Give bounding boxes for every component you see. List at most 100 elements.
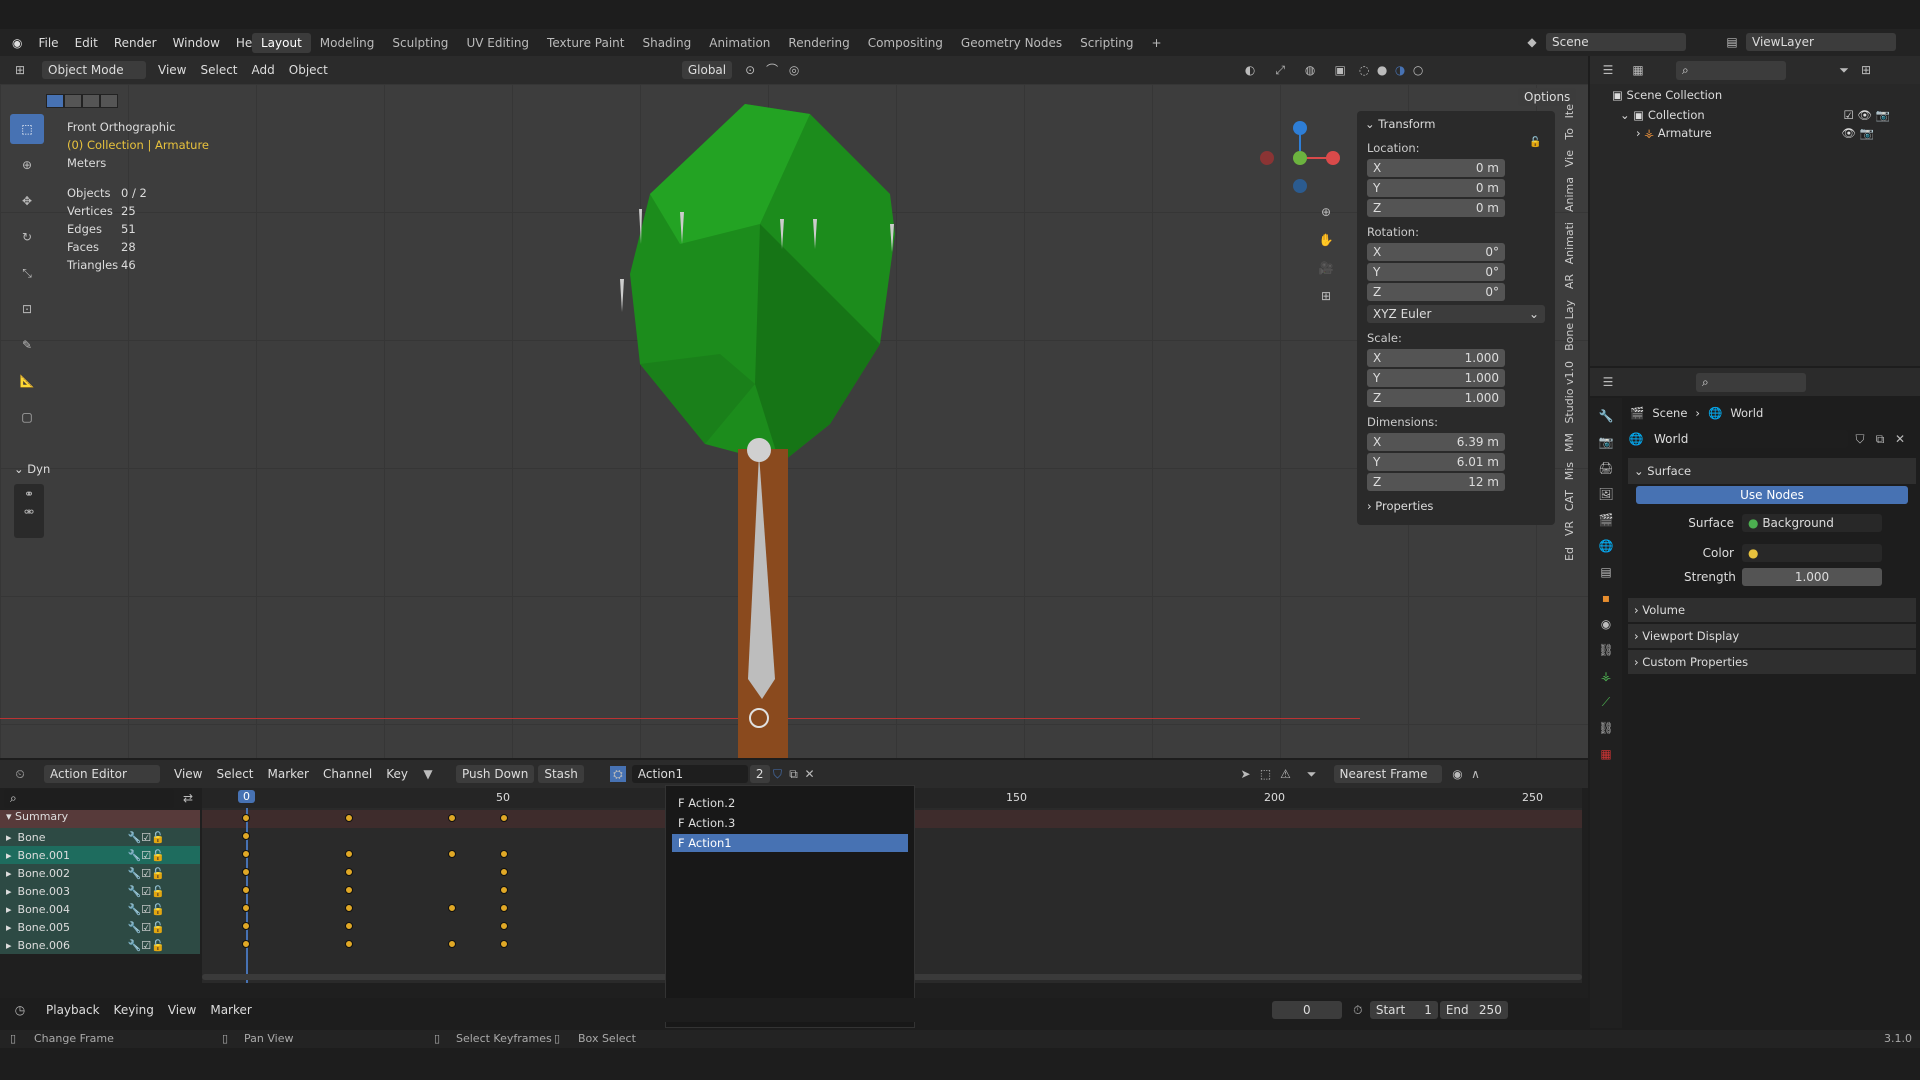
fake-user-icon[interactable]: ⛉	[1852, 431, 1868, 447]
fake-user-icon[interactable]: ⛉	[770, 766, 786, 782]
dimension-z-field[interactable]: Z 12 m	[1367, 473, 1505, 491]
dyn-tool-2-icon[interactable]: ⚮	[21, 504, 37, 520]
overlay-icon[interactable]: ◍	[1302, 62, 1318, 78]
keyframe[interactable]	[448, 940, 456, 948]
location-z-field[interactable]: Z 0 m	[1367, 199, 1505, 217]
keyframe[interactable]	[242, 868, 250, 876]
filter-icon[interactable]: ⏷	[1304, 766, 1320, 782]
keyframe[interactable]	[345, 904, 353, 912]
tab-animation[interactable]: Animation	[700, 33, 779, 53]
shading-material-icon[interactable]: ◑	[1392, 62, 1408, 78]
tab-scripting[interactable]: Scripting	[1071, 33, 1142, 53]
tab-shading[interactable]: Shading	[633, 33, 700, 53]
swap-icon[interactable]: ⇄	[180, 790, 196, 806]
texture-tab-icon[interactable]: ▦	[1598, 746, 1614, 762]
tool-tab-icon[interactable]: 🔧	[1598, 408, 1614, 424]
channel-toggles-icon[interactable]: 🔧☑🔓	[128, 939, 165, 952]
pivot-icon[interactable]: ⊙	[742, 62, 758, 78]
snap-icon[interactable]: ⌒	[764, 62, 780, 78]
channel-toggles-icon[interactable]: 🔧☑🔓	[128, 903, 165, 916]
outliner-search-input[interactable]: ⌕	[1676, 60, 1786, 80]
select-invert-icon[interactable]	[100, 94, 118, 108]
channel-row[interactable]: ▸ Bone.006 🔧☑🔓	[0, 936, 200, 954]
keyframe[interactable]	[499, 922, 508, 930]
stash-button[interactable]: Stash	[538, 765, 584, 783]
keyframe[interactable]	[242, 940, 250, 948]
x-axis-icon[interactable]	[1326, 151, 1340, 165]
location-y-field[interactable]: Y 0 m	[1367, 179, 1505, 197]
tab-texture-paint[interactable]: Texture Paint	[538, 33, 633, 53]
render-tab-icon[interactable]: 📷	[1598, 434, 1614, 450]
keyframe[interactable]	[448, 904, 456, 912]
tab-bone-lay[interactable]: Bone Lay	[1562, 296, 1582, 355]
keyframe[interactable]	[448, 814, 456, 822]
tab-mis[interactable]: Mis	[1562, 458, 1582, 484]
use-nodes-button[interactable]: Use Nodes	[1636, 486, 1908, 504]
transform-header[interactable]: ⌄ Transform	[1357, 111, 1555, 137]
rotation-z-field[interactable]: Z 0°	[1367, 283, 1505, 301]
tab-item[interactable]: Ite	[1562, 100, 1582, 122]
only-selected-icon[interactable]: ➤	[1238, 766, 1254, 782]
tab-geometry-nodes[interactable]: Geometry Nodes	[952, 33, 1071, 53]
keyframe[interactable]	[499, 868, 508, 876]
summary-channel[interactable]: ▾ Summary	[0, 810, 200, 828]
rotate-icon[interactable]: ↻	[19, 222, 35, 252]
tab-view[interactable]: Vie	[1562, 146, 1582, 171]
custom-properties-section[interactable]: › Custom Properties	[1628, 650, 1916, 674]
action-browse-icon[interactable]: ⛭	[609, 766, 626, 782]
annotate-icon[interactable]: ✎	[19, 330, 35, 360]
channel-toggles-icon[interactable]: 🔧☑🔓	[128, 885, 165, 898]
zoom-icon[interactable]: ⊕	[1318, 204, 1334, 220]
output-tab-icon[interactable]: 🖨	[1598, 460, 1614, 476]
tab-ed[interactable]: Ed	[1562, 543, 1582, 565]
keyframe[interactable]	[499, 904, 508, 912]
action-item[interactable]: F Action.2	[672, 794, 908, 812]
keyframe[interactable]	[345, 850, 353, 858]
timeline-menu-keying[interactable]: Keying	[114, 1003, 154, 1017]
neg-x-axis-icon[interactable]	[1260, 151, 1274, 165]
strength-field[interactable]: 1.000	[1742, 568, 1882, 586]
keyframe[interactable]	[345, 940, 353, 948]
menu-edit[interactable]: Edit	[67, 36, 106, 50]
tab-tool[interactable]: To	[1562, 124, 1582, 144]
view-layer-tab-icon[interactable]: 🖼	[1598, 486, 1614, 502]
duplicate-action-icon[interactable]: ⧉	[786, 766, 802, 782]
outliner-row[interactable]: ▣ Scene Collection	[1590, 84, 1920, 106]
scale-z-field[interactable]: Z 1.000	[1367, 389, 1505, 407]
world-browse-icon[interactable]: 🌐	[1628, 431, 1644, 447]
duplicate-icon[interactable]: ⧉	[1872, 431, 1888, 447]
move-icon[interactable]: ✥	[19, 186, 35, 216]
tab-sculpting[interactable]: Sculpting	[383, 33, 457, 53]
ae-menu-marker[interactable]: Marker	[268, 767, 309, 781]
tab-vr[interactable]: VR	[1562, 517, 1582, 540]
volume-section[interactable]: › Volume	[1628, 598, 1916, 622]
proportional-icon[interactable]: ◉	[1450, 766, 1466, 782]
rotation-x-field[interactable]: X 0°	[1367, 243, 1505, 261]
select-extend-icon[interactable]	[64, 94, 82, 108]
ae-menu-channel[interactable]: Channel	[323, 767, 372, 781]
properties-editor-icon[interactable]: ☰	[1600, 374, 1616, 390]
scale-icon[interactable]: ⤡	[19, 258, 35, 288]
world-name-field[interactable]: World	[1648, 430, 1848, 448]
bone-tab-icon[interactable]: ⟋	[1598, 694, 1614, 710]
visibility-toggle-icon[interactable]: ☑ 👁 📷	[1843, 108, 1890, 122]
action-item-selected[interactable]: F Action1	[672, 834, 908, 852]
viewport-menu-add[interactable]: Add	[252, 63, 275, 77]
blender-logo-icon[interactable]: ◉	[4, 36, 30, 50]
channel-toggles-icon[interactable]: 🔧☑🔓	[128, 921, 165, 934]
filter-icon[interactable]: ⏷	[1836, 62, 1852, 78]
unlink-action-icon[interactable]: ✕	[802, 766, 818, 782]
timeline-menu-playback[interactable]: Playback	[46, 1003, 100, 1017]
ae-menu-select[interactable]: Select	[216, 767, 253, 781]
outliner-editor-icon[interactable]: ☰	[1600, 62, 1616, 78]
add-workspace-button[interactable]: +	[1143, 33, 1171, 53]
constraints-tab-icon[interactable]: ⛓	[1598, 642, 1614, 658]
rotation-mode-select[interactable]: XYZ Euler ⌄	[1367, 305, 1545, 323]
keyframe-type-icon[interactable]: ▼	[420, 766, 436, 782]
ae-menu-view[interactable]: View	[174, 767, 202, 781]
channel-toggles-icon[interactable]: 🔧☑🔓	[128, 831, 165, 844]
scene-tab-icon[interactable]: 🎬	[1598, 512, 1614, 528]
3d-viewport[interactable]: Options ⬚ ⊕ ✥ ↻ ⤡ ⊡ ✎ 📐 ▢ ⌄ Dyn ⚭ ⚮ Fron…	[0, 84, 1588, 758]
keyframe[interactable]	[345, 868, 353, 876]
tab-anima[interactable]: Anima	[1562, 173, 1582, 216]
